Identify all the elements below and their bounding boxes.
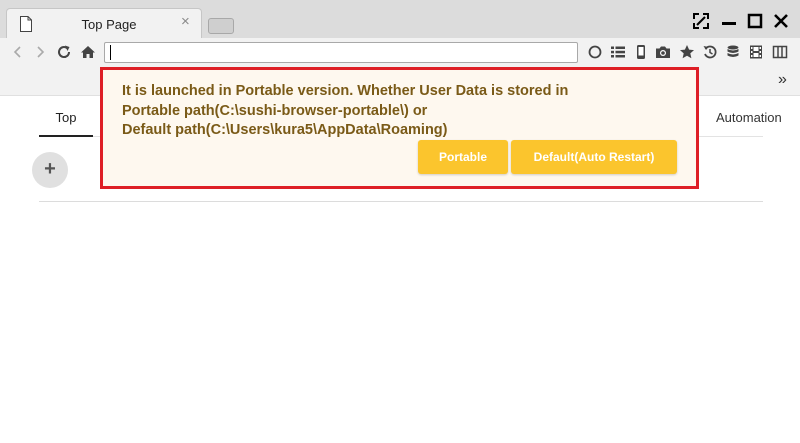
mobile-icon[interactable] xyxy=(633,44,649,60)
new-tab-button[interactable] xyxy=(208,18,234,34)
reload-icon[interactable] xyxy=(56,44,72,60)
maximize-icon[interactable] xyxy=(746,12,764,30)
tab-title: Top Page xyxy=(81,17,137,32)
title-bar: Top Page × xyxy=(0,0,800,38)
add-button[interactable]: + xyxy=(32,152,68,188)
address-bar-input[interactable] xyxy=(104,42,578,63)
list-icon[interactable] xyxy=(610,44,626,60)
home-icon[interactable] xyxy=(80,44,96,60)
notification-line-1: It is launched in Portable version. Whet… xyxy=(122,83,569,99)
close-icon[interactable] xyxy=(772,12,790,30)
camera-icon[interactable] xyxy=(655,44,671,60)
tab-top-page[interactable]: Top Page × xyxy=(6,8,202,38)
back-icon[interactable] xyxy=(10,44,26,60)
film-icon[interactable] xyxy=(748,44,764,60)
fullscreen-icon[interactable] xyxy=(692,12,710,30)
text-cursor xyxy=(110,45,111,60)
forward-icon[interactable] xyxy=(32,44,48,60)
chevron-double-right-icon[interactable]: » xyxy=(778,72,787,88)
active-tab-indicator xyxy=(39,135,93,137)
star-icon[interactable] xyxy=(679,44,695,60)
toolbar xyxy=(0,38,800,66)
columns-icon[interactable] xyxy=(772,44,788,60)
portable-button[interactable]: Portable xyxy=(418,140,508,174)
minimize-icon[interactable] xyxy=(720,12,738,30)
browser-window: Top Page × » Top Automation + It is laun… xyxy=(0,0,800,443)
tab-close-icon[interactable]: × xyxy=(181,14,190,30)
notification-line-2: Portable path(C:\sushi-browser-portable\… xyxy=(122,102,428,119)
content-tab-automation[interactable]: Automation xyxy=(716,110,782,125)
content-divider xyxy=(39,201,763,202)
database-icon[interactable] xyxy=(725,44,741,60)
default-auto-restart-button[interactable]: Default(Auto Restart) xyxy=(511,140,677,174)
history-icon[interactable] xyxy=(702,44,718,60)
notification-line-3: Default path(C:\Users\kura5\AppData\Roam… xyxy=(122,122,448,138)
content-tab-top[interactable]: Top xyxy=(39,110,93,125)
document-icon xyxy=(19,16,33,37)
circle-icon[interactable] xyxy=(587,44,603,60)
notification-message: It is launched in Portable version. Whet… xyxy=(122,82,682,141)
portable-notification: It is launched in Portable version. Whet… xyxy=(100,67,699,189)
